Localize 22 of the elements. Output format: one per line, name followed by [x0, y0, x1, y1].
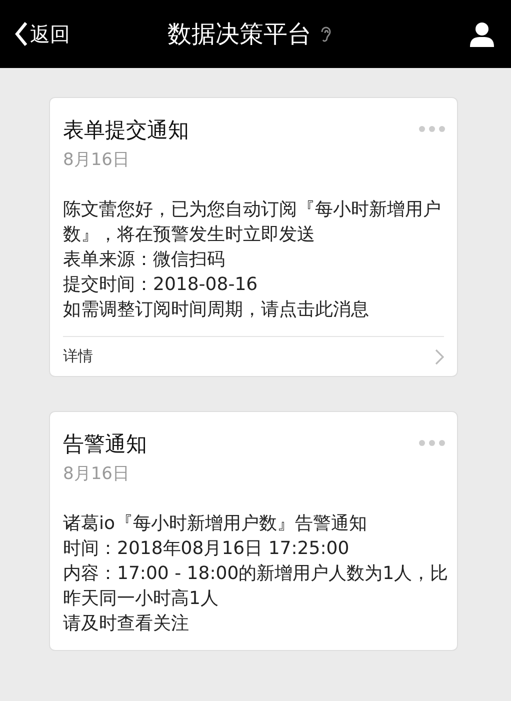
message-line: 提交时间：2018-08-16 — [63, 273, 259, 297]
card-date: 8月16日 — [62, 149, 130, 171]
back-icon — [14, 21, 28, 47]
card-date: 8月16日 — [62, 463, 130, 485]
message-line: 内容：17:00 - 18:00的新增用户人数为1人，比昨天同一小时高1人 — [63, 562, 449, 611]
message-line: 时间：2018年08月16日 17:25:00 — [63, 537, 350, 561]
profile-button[interactable] — [469, 21, 495, 47]
card-title: 表单提交通知 — [63, 117, 189, 144]
message-line: 表单来源：微信扫码 — [63, 248, 226, 272]
message-line: 如需调整订阅时间周期，请点击此消息 — [63, 298, 370, 322]
person-icon — [469, 21, 495, 47]
message-line: 请及时查看关注 — [63, 612, 190, 636]
more-icon[interactable] — [419, 126, 445, 132]
chevron-icon — [435, 348, 444, 364]
back-button[interactable]: 返回 — [14, 20, 70, 48]
details-link[interactable]: 详情 — [63, 336, 444, 376]
message-line: 陈文蕾您好，已为您自动订阅『每小时新增用户数』，将在预警发生时立即发送 — [63, 198, 442, 247]
more-icon[interactable] — [419, 440, 445, 446]
message-line: 诸葛io『每小时新增用户数』告警通知 — [63, 512, 368, 536]
card-title: 告警通知 — [63, 431, 147, 458]
page-title: 数据决策平台 — [168, 19, 312, 50]
ear-icon — [320, 25, 332, 43]
